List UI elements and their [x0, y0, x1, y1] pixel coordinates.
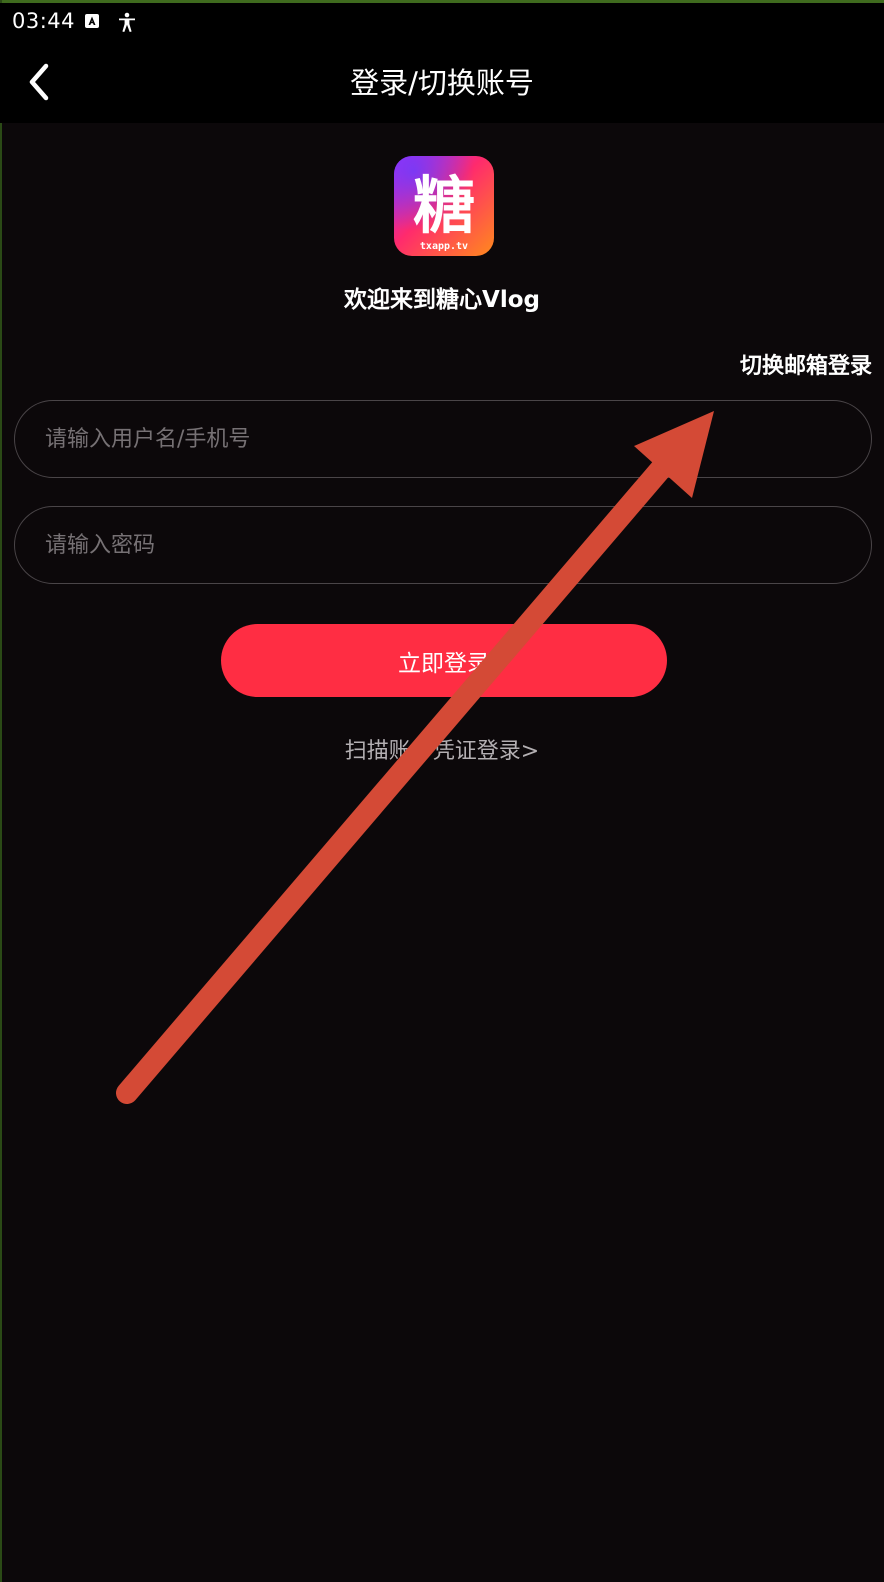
accessibility-a-icon — [85, 14, 99, 28]
logo-character: 糖 — [413, 169, 475, 242]
username-field[interactable] — [14, 400, 872, 478]
logo-subtext: txapp.tv — [420, 241, 468, 252]
header: 登录/切换账号 — [0, 43, 884, 123]
password-field[interactable] — [14, 506, 872, 584]
chevron-left-icon — [29, 63, 49, 101]
username-input[interactable] — [43, 401, 837, 478]
switch-email-login-link[interactable]: 切换邮箱登录 — [740, 348, 872, 380]
scan-credential-login-link[interactable]: 扫描账号凭证登录> — [0, 733, 884, 765]
login-button[interactable]: 立即登录 — [221, 624, 667, 697]
status-time: 03:44 — [12, 9, 76, 33]
back-button[interactable] — [14, 57, 64, 107]
page-title: 登录/切换账号 — [350, 66, 534, 100]
app-logo: 糖 txapp.tv — [394, 156, 494, 256]
status-bar: 03:44 — [0, 3, 884, 43]
frame-border-left — [0, 0, 2, 1582]
accessibility-person-icon — [119, 12, 135, 32]
welcome-text: 欢迎来到糖心Vlog — [344, 287, 540, 313]
password-input[interactable] — [43, 507, 837, 584]
